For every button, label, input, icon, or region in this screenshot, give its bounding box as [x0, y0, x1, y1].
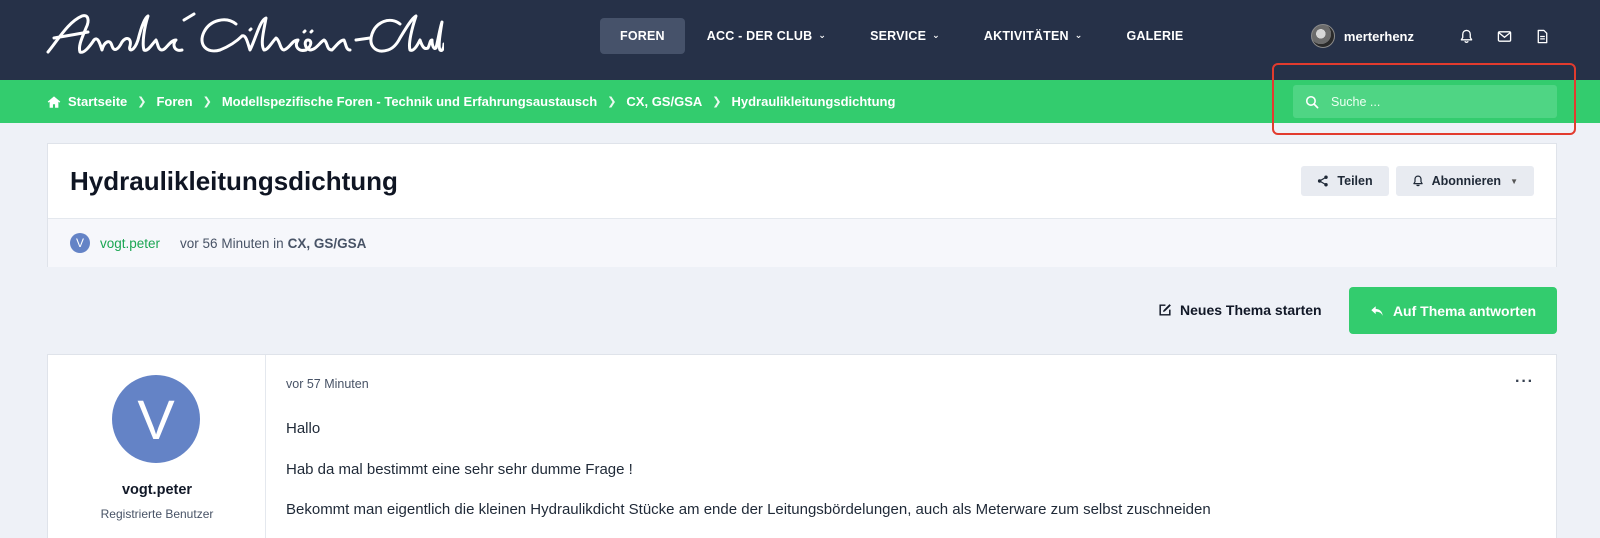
- breadcrumb-label: CX, GS/GSA: [626, 94, 703, 109]
- topic-header-card: Hydraulikleitungsdichtung Teilen Abonnie…: [47, 143, 1557, 267]
- nav-item-label: ACC - DER CLUB: [706, 29, 813, 43]
- more-options-icon[interactable]: ···: [1515, 373, 1534, 391]
- breadcrumb-item-cx-gs-gsa[interactable]: CX, GS/GSA ❯: [626, 94, 731, 109]
- breadcrumb-label: Foren: [156, 94, 193, 109]
- chevron-right-icon: ❯: [712, 96, 722, 108]
- post-paragraph: Bekommt man eigentlich die kleinen Hydra…: [286, 501, 1211, 518]
- topic-actions: Teilen Abonnieren ▼: [1301, 166, 1534, 196]
- post-time[interactable]: vor 57 Minuten: [286, 377, 369, 391]
- author-link[interactable]: vogt.peter: [100, 236, 160, 251]
- follow-label: Abonnieren: [1431, 174, 1502, 188]
- user-area: merterhenz: [1310, 22, 1550, 50]
- topic-time: vor 56 Minuten in: [180, 235, 284, 251]
- new-topic-button[interactable]: Neues Thema starten: [1158, 298, 1322, 322]
- post-author-avatar[interactable]: V: [112, 375, 200, 463]
- share-icon: [1318, 175, 1329, 187]
- nav-item-label: SERVICE: [870, 29, 927, 43]
- chevron-right-icon: ❯: [607, 96, 617, 108]
- nav-item-galerie[interactable]: GALERIE: [1104, 18, 1205, 54]
- nav-item-aktivitaeten[interactable]: AKTIVITÄTEN ⌄: [962, 18, 1105, 54]
- reply-button[interactable]: Auf Thema antworten: [1349, 287, 1557, 334]
- search-box[interactable]: [1293, 85, 1557, 118]
- nav-item-service[interactable]: SERVICE ⌄: [848, 18, 962, 54]
- author-avatar[interactable]: V: [70, 233, 90, 253]
- bell-icon[interactable]: [1458, 28, 1474, 44]
- post-author-column: V vogt.peter Registrierte Benutzer: [48, 355, 266, 538]
- breadcrumb-item-current: Hydraulikleitungsdichtung: [731, 94, 895, 109]
- post-paragraph: Hallo: [286, 420, 321, 437]
- reply-label: Auf Thema antworten: [1392, 302, 1537, 319]
- chevron-right-icon: ❯: [202, 96, 212, 108]
- forum-link[interactable]: CX, GS/GSA: [288, 236, 367, 251]
- chevron-down-icon: ⌄: [818, 29, 827, 40]
- search-icon: [1305, 95, 1319, 108]
- breadcrumb-item-startseite[interactable]: Startseite ❯: [47, 94, 156, 109]
- breadcrumb-item-modellspezifische-foren[interactable]: Modellspezifische Foren - Technik und Er…: [222, 94, 627, 109]
- club-logo[interactable]: [44, 10, 446, 60]
- user-avatar[interactable]: [1310, 24, 1335, 48]
- post-body: vor 57 Minuten ··· Hallo Hab da mal best…: [286, 355, 1556, 538]
- post-paragraph: Hab da mal bestimmt eine sehr sehr dumme…: [286, 460, 633, 478]
- chevron-down-icon: ⌄: [1074, 29, 1083, 40]
- nav-item-label: FOREN: [620, 29, 665, 43]
- logo-script-image: [46, 12, 446, 54]
- nav-item-acc-der-club[interactable]: ACC - DER CLUB ⌄: [685, 18, 848, 54]
- top-header: FOREN ACC - DER CLUB ⌄ SERVICE ⌄ AKTIVIT…: [0, 0, 1600, 80]
- edit-icon: [1159, 304, 1171, 316]
- topic-meta: V vogt.peter vor 56 Minuten in CX, GS/GS…: [48, 218, 1556, 267]
- nav-item-label: GALERIE: [1126, 29, 1184, 43]
- home-icon: [47, 95, 61, 108]
- post-author-role: Registrierte Benutzer: [100, 507, 214, 521]
- breadcrumb-label: Modellspezifische Foren - Technik und Er…: [221, 94, 598, 109]
- post-author-name[interactable]: vogt.peter: [48, 482, 266, 498]
- page-title: Hydraulikleitungsdichtung: [70, 166, 398, 196]
- main-navigation: FOREN ACC - DER CLUB ⌄ SERVICE ⌄ AKTIVIT…: [600, 18, 1205, 54]
- chevron-down-icon: ⌄: [932, 29, 940, 40]
- share-button[interactable]: Teilen: [1301, 166, 1389, 196]
- post-card: V vogt.peter Registrierte Benutzer vor 5…: [47, 354, 1557, 538]
- breadcrumb-label: Startseite: [68, 94, 128, 109]
- reply-icon: [1371, 305, 1383, 316]
- post-content: Hallo Hab da mal bestimmt eine sehr sehr…: [286, 419, 1211, 538]
- breadcrumb: Startseite ❯ Foren ❯ Modellspezifische F…: [47, 80, 895, 123]
- bell-icon: [1412, 175, 1423, 187]
- search-input[interactable]: [1331, 94, 1531, 109]
- envelope-icon[interactable]: [1496, 28, 1512, 44]
- chevron-right-icon: ❯: [137, 96, 147, 108]
- nav-item-label: AKTIVITÄTEN: [983, 29, 1069, 43]
- new-topic-label: Neues Thema starten: [1180, 302, 1322, 318]
- caret-down-icon: ▼: [1510, 176, 1518, 186]
- breadcrumb-item-foren[interactable]: Foren ❯: [156, 94, 221, 109]
- breadcrumb-label: Hydraulikleitungsdichtung: [731, 94, 896, 109]
- document-icon[interactable]: [1534, 28, 1550, 44]
- nav-item-foren[interactable]: FOREN: [600, 18, 685, 54]
- follow-button[interactable]: Abonnieren ▼: [1395, 166, 1534, 196]
- share-label: Teilen: [1337, 174, 1373, 188]
- username-link[interactable]: merterhenz: [1344, 29, 1414, 44]
